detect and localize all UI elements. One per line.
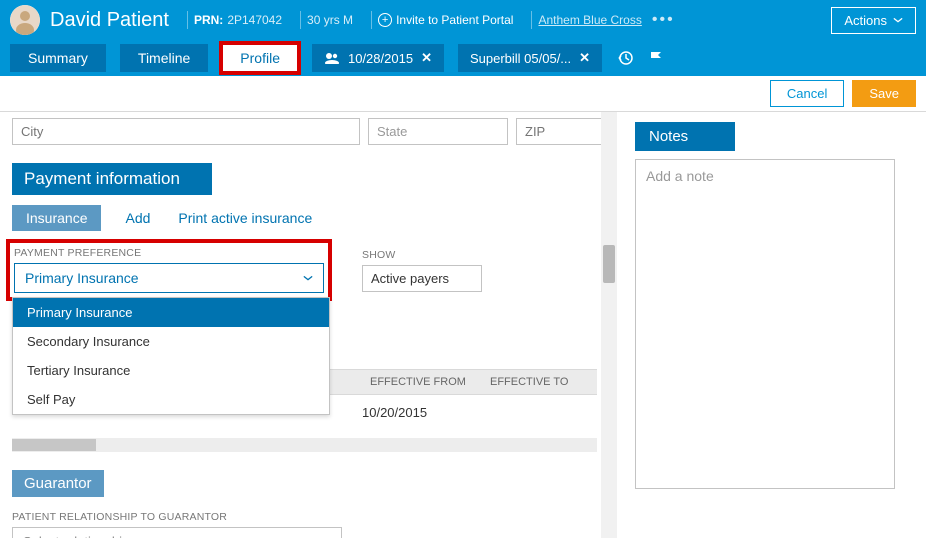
cancel-button[interactable]: Cancel: [770, 80, 844, 107]
close-icon[interactable]: ✕: [579, 50, 590, 66]
payment-subtabs: Insurance Add Print active insurance: [12, 205, 597, 231]
option-tertiary[interactable]: Tertiary Insurance: [13, 356, 329, 385]
left-column: State Payment information Insurance Add …: [0, 112, 617, 538]
separator: [371, 11, 372, 29]
plus-circle-icon: +: [378, 13, 392, 27]
payment-fields: PAYMENT PREFERENCE Primary Insurance SHO…: [12, 245, 597, 295]
avatar: [10, 5, 40, 35]
patient-age: 30 yrs M: [307, 13, 353, 27]
insurance-link[interactable]: Anthem Blue Cross: [538, 13, 641, 27]
state-placeholder: State: [377, 124, 407, 139]
notes-textarea[interactable]: Add a note: [635, 159, 895, 489]
history-icon[interactable]: [616, 49, 634, 67]
main-area: State Payment information Insurance Add …: [0, 112, 926, 538]
tab-encounter-label: 10/28/2015: [348, 51, 413, 66]
payment-pref-highlight: PAYMENT PREFERENCE Primary Insurance: [12, 245, 326, 295]
separator: [531, 11, 532, 29]
patient-name: David Patient: [50, 9, 169, 32]
actions-button[interactable]: Actions: [831, 7, 916, 34]
payment-pref-value: Primary Insurance: [25, 270, 139, 286]
prn-value: 2P147042: [227, 13, 282, 27]
close-icon[interactable]: ✕: [421, 50, 432, 66]
guarantor-rel-dropdown[interactable]: Select relationship...: [12, 527, 342, 538]
prn-label: PRN:: [194, 13, 223, 27]
right-column: Notes Add a note: [617, 112, 926, 538]
separator: [187, 11, 188, 29]
chevron-down-icon: [303, 275, 313, 281]
invite-portal-link[interactable]: + Invite to Patient Portal: [378, 13, 513, 27]
payment-pref-options: Primary Insurance Secondary Insurance Te…: [12, 297, 330, 415]
scroll-thumb[interactable]: [12, 439, 96, 451]
flag-icon[interactable]: [648, 50, 664, 66]
tab-encounter[interactable]: 10/28/2015 ✕: [312, 44, 444, 72]
save-button[interactable]: Save: [852, 80, 916, 107]
more-icon[interactable]: •••: [652, 11, 675, 29]
payment-section-header: Payment information: [12, 163, 212, 195]
td-effective-from: 10/20/2015: [362, 405, 482, 420]
address-row: State: [12, 118, 597, 145]
vertical-scrollbar[interactable]: [601, 112, 617, 538]
guarantor-rel-placeholder: Select relationship...: [23, 534, 140, 538]
chevron-down-icon: [463, 276, 473, 282]
th-effective-to: EFFECTIVE TO: [482, 370, 582, 394]
actions-label: Actions: [844, 13, 887, 28]
city-field[interactable]: [12, 118, 360, 145]
scroll-thumb[interactable]: [603, 245, 615, 283]
th-effective-from: EFFECTIVE FROM: [362, 370, 482, 394]
option-selfpay[interactable]: Self Pay: [13, 385, 329, 414]
chevron-down-icon: [893, 17, 903, 23]
tab-row: Summary Timeline Profile 10/28/2015 ✕ Su…: [0, 40, 926, 76]
tab-profile[interactable]: Profile: [222, 44, 298, 72]
state-select[interactable]: State: [368, 118, 508, 145]
people-icon: [324, 52, 340, 64]
show-value: Active payers: [371, 271, 449, 286]
show-filter-dropdown[interactable]: Active payers: [362, 265, 482, 292]
guarantor-header: Guarantor: [12, 470, 104, 497]
payment-pref-label: PAYMENT PREFERENCE: [14, 247, 324, 259]
subtab-insurance[interactable]: Insurance: [12, 205, 101, 231]
subtab-print[interactable]: Print active insurance: [174, 205, 316, 231]
show-label: SHOW: [362, 249, 482, 261]
notes-header: Notes: [635, 122, 735, 151]
patient-header: David Patient PRN: 2P147042 30 yrs M + I…: [0, 0, 926, 40]
horizontal-scrollbar[interactable]: [12, 438, 597, 452]
invite-label: Invite to Patient Portal: [396, 13, 513, 27]
option-primary[interactable]: Primary Insurance: [13, 298, 329, 327]
tab-superbill-label: Superbill 05/05/...: [470, 51, 571, 66]
subtab-add[interactable]: Add: [121, 205, 154, 231]
separator: [300, 11, 301, 29]
tab-superbill[interactable]: Superbill 05/05/... ✕: [458, 44, 602, 72]
tab-timeline[interactable]: Timeline: [120, 44, 208, 72]
chevron-down-icon: [489, 129, 499, 135]
notes-placeholder: Add a note: [646, 168, 714, 184]
payment-pref-dropdown[interactable]: Primary Insurance: [14, 263, 324, 293]
action-bar: Cancel Save: [0, 76, 926, 112]
option-secondary[interactable]: Secondary Insurance: [13, 327, 329, 356]
guarantor-rel-label: PATIENT RELATIONSHIP TO GUARANTOR: [12, 511, 597, 523]
tab-summary[interactable]: Summary: [10, 44, 106, 72]
